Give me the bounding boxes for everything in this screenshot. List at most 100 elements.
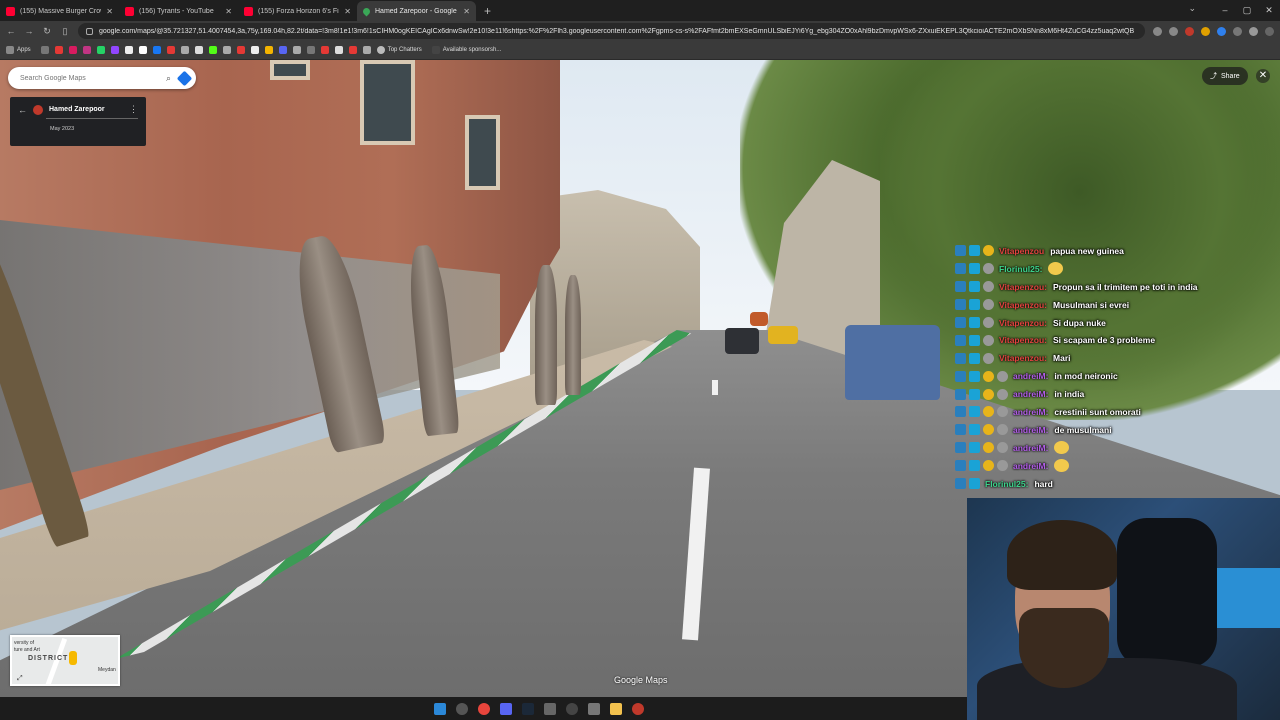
building-window (270, 60, 310, 80)
menu-dots-icon[interactable] (1265, 26, 1274, 36)
tab-search-icon[interactable]: ⌄ (1188, 3, 1196, 14)
badge-icon (955, 263, 966, 275)
extensions-puzzle-icon[interactable] (1233, 26, 1242, 36)
youtube-bookmark-icon[interactable] (54, 46, 63, 54)
chat-username: Florinul25: (985, 478, 1029, 489)
new-tab-button[interactable]: + (484, 4, 491, 18)
facebook-icon[interactable] (152, 46, 161, 54)
car (750, 312, 768, 326)
search-input[interactable] (20, 74, 158, 82)
bookmark-apps[interactable]: Apps (6, 46, 31, 54)
forward-icon[interactable]: → (24, 26, 34, 36)
browser-window: (155) Massive Burger Crowned ✕ (156) Tyr… (0, 0, 1280, 720)
badge-icon (969, 299, 980, 311)
bookmark-icon[interactable] (362, 46, 371, 54)
close-tab-icon[interactable]: ✕ (463, 7, 470, 16)
search-icon[interactable] (455, 702, 468, 715)
emote-icon (1054, 459, 1070, 473)
adblock-icon[interactable] (1185, 26, 1194, 36)
pegman-icon[interactable] (69, 651, 77, 665)
bookmark-sponsorships[interactable]: Available sponsorsh... (431, 46, 501, 54)
bookmark-icon[interactable] (222, 46, 231, 54)
more-options-icon[interactable]: ⋮ (129, 104, 138, 115)
minimap[interactable]: versity of ture and Art DISTRICT 6 Meyda… (10, 635, 120, 686)
chat-text: in india (1054, 389, 1085, 400)
chat-username: andreiM: (1013, 460, 1049, 471)
tab-youtube-2[interactable]: (156) Tyrants - YouTube ✕ (119, 1, 238, 21)
badge-icon (983, 263, 994, 275)
back-icon[interactable]: ← (6, 26, 16, 36)
taxi (768, 326, 798, 344)
bookmark-icon[interactable] (334, 46, 343, 54)
bookmark-icon[interactable] (320, 46, 329, 54)
address-bar[interactable]: google.com/maps/@35.721327,51.4007454,3a… (78, 23, 1145, 39)
capture-date[interactable]: May 2023 (50, 126, 138, 132)
badge-icon (955, 424, 966, 436)
badge-icon (983, 334, 994, 346)
bookmark-top-chatters[interactable]: Top Chatters (376, 46, 422, 54)
tab-google-maps[interactable]: Hamed Zarepoor - Google Ma ✕ (357, 1, 476, 21)
search-box[interactable]: ⌕ (8, 67, 196, 89)
app-icon[interactable] (587, 702, 600, 715)
search-icon[interactable]: ⌕ (166, 73, 171, 84)
profile-avatar-icon[interactable] (1249, 26, 1258, 36)
bookmark-icon[interactable] (166, 46, 175, 54)
install-app-icon[interactable] (1153, 26, 1162, 36)
browser-toolbar: ← → ↻ ▯ google.com/maps/@35.721327,51.40… (0, 21, 1280, 41)
app-icon[interactable] (631, 702, 644, 715)
badge-icon (969, 245, 980, 257)
webcam-overlay (967, 498, 1280, 720)
discord-icon[interactable] (278, 46, 287, 54)
expand-map-icon[interactable]: ⤢ (17, 675, 23, 683)
bookmark-icon[interactable] (348, 46, 357, 54)
bookmark-icon[interactable] (40, 46, 49, 54)
directions-icon[interactable] (176, 70, 193, 86)
discord-icon[interactable] (499, 702, 512, 715)
x-icon[interactable] (138, 46, 147, 54)
close-tab-icon[interactable]: ✕ (106, 7, 113, 16)
close-icon[interactable]: ✕ (1256, 69, 1270, 83)
close-tab-icon[interactable]: ✕ (344, 7, 351, 16)
extension-icon[interactable] (1217, 26, 1226, 36)
share-button[interactable]: ⤴ Share (1202, 67, 1248, 85)
minimize-icon[interactable]: – (1214, 0, 1236, 21)
chat-message: andreiM: in mod neironic (955, 367, 1280, 385)
extension-icon[interactable] (1201, 26, 1210, 36)
kick-icon[interactable] (208, 46, 217, 54)
tab-youtube-3[interactable]: (155) Forza Horizon 6's Fictiona ✕ (238, 1, 357, 21)
sidebar-icon[interactable]: ▯ (60, 26, 70, 37)
tiktok-icon[interactable] (124, 46, 133, 54)
instagram-icon[interactable] (82, 46, 91, 54)
bookmark-icon[interactable] (180, 46, 189, 54)
chat-username: Vitapenzou (999, 245, 1045, 256)
bookmark-icon[interactable] (264, 46, 273, 54)
tab-youtube-1[interactable]: (155) Massive Burger Crowned ✕ (0, 1, 119, 21)
bookmark-icon[interactable] (68, 46, 77, 54)
close-tab-icon[interactable]: ✕ (225, 7, 232, 16)
contributor-name[interactable]: Hamed Zarepoor (49, 106, 123, 113)
bookmark-icon[interactable] (194, 46, 203, 54)
chat-username: andreiM: (1013, 424, 1049, 435)
file-explorer-icon[interactable] (609, 702, 622, 715)
back-arrow-icon[interactable]: ← (18, 105, 27, 115)
whatsapp-icon[interactable] (96, 46, 105, 54)
badge-icon (983, 317, 994, 328)
site-info-icon[interactable] (86, 27, 93, 35)
reload-icon[interactable]: ↻ (42, 26, 52, 37)
bookmark-icon[interactable] (292, 46, 301, 54)
close-window-icon[interactable]: ✕ (1258, 0, 1280, 21)
bookmark-icon[interactable] (250, 46, 259, 54)
badge-icon (997, 460, 1008, 472)
bookmark-icon[interactable] (306, 46, 315, 54)
app-icon[interactable] (565, 702, 578, 715)
windows-start-icon[interactable] (433, 702, 446, 715)
badge-icon (983, 424, 994, 436)
twitch-icon[interactable] (110, 46, 119, 54)
maximize-icon[interactable]: ▢ (1236, 0, 1258, 21)
app-icon[interactable] (543, 702, 556, 715)
bookmark-star-icon[interactable] (1169, 26, 1178, 36)
steam-icon[interactable] (521, 702, 534, 715)
badge-icon (969, 478, 980, 490)
bookmark-icon[interactable] (236, 46, 245, 54)
chrome-icon[interactable] (477, 702, 490, 715)
